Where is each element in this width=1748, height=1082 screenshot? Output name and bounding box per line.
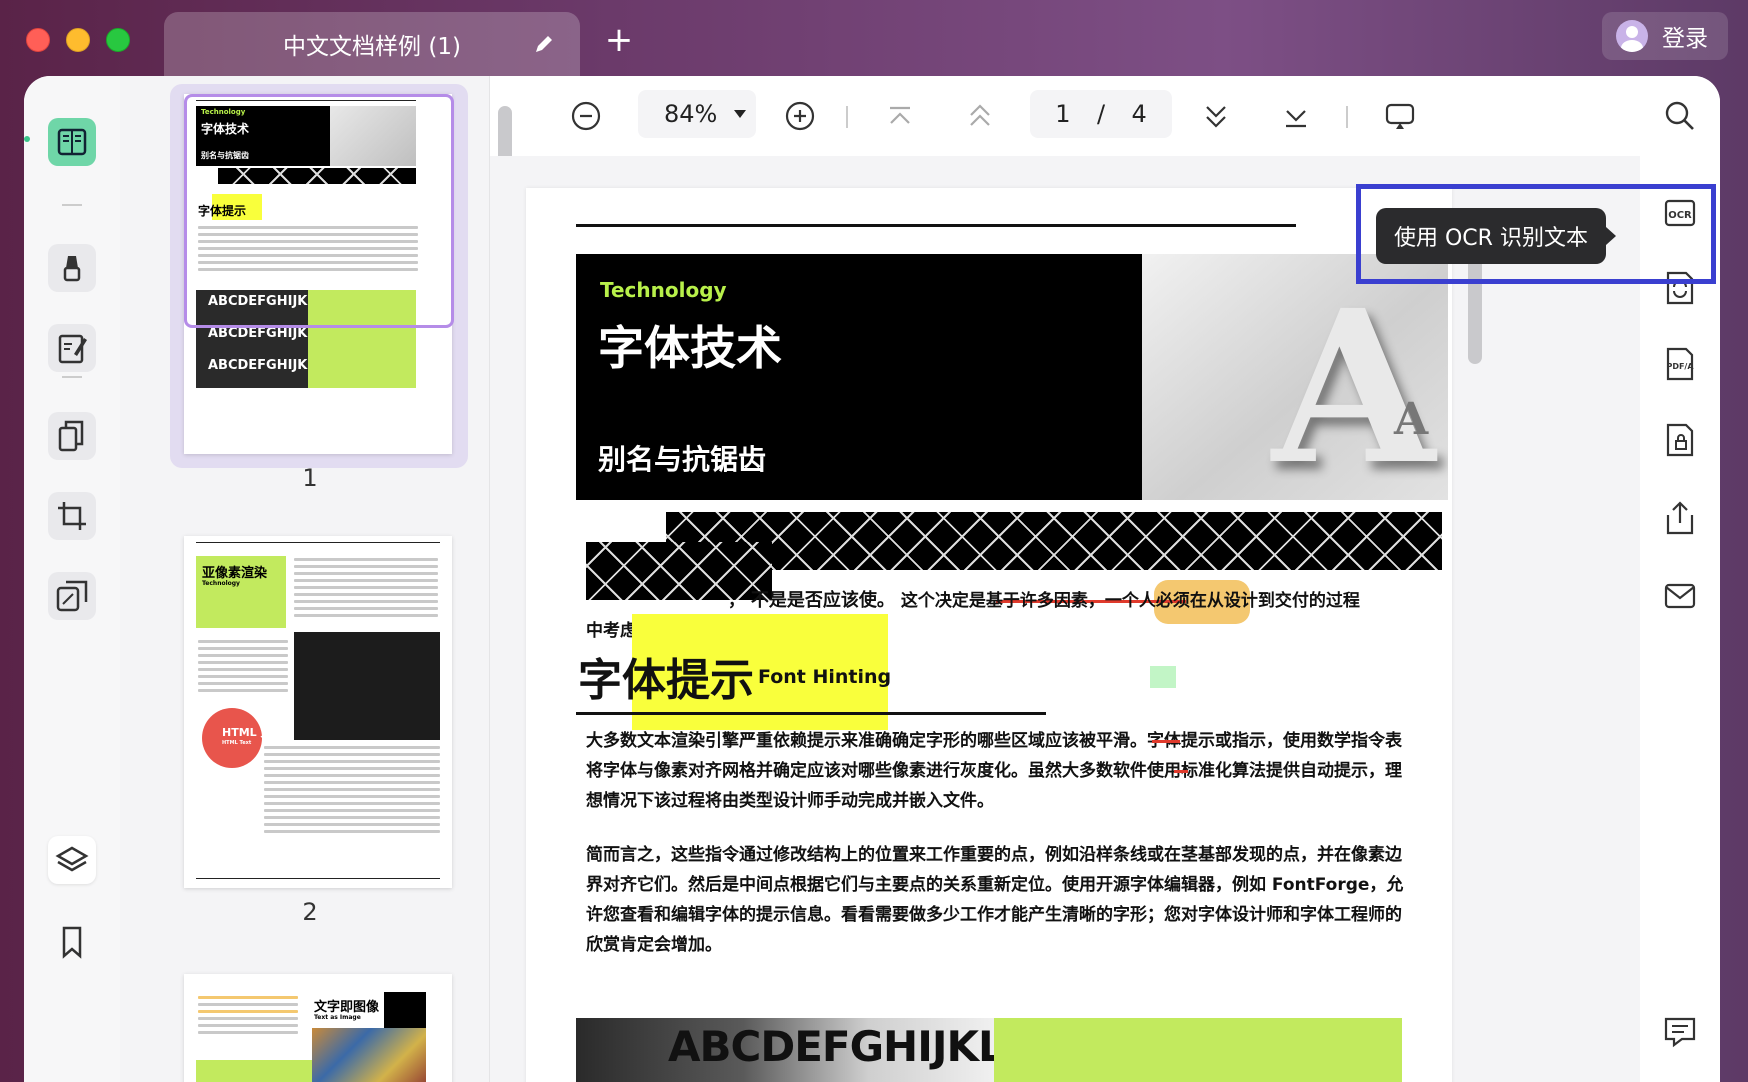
- paragraph-2: 简而言之，这些指令通过修改结构上的位置来工作重要的点，例如沿样条线或在茎基部发现…: [586, 845, 1404, 955]
- caret-down-icon: [734, 110, 746, 118]
- thumb-text: HTML 文本: [222, 726, 283, 739]
- section-title: 字体提示: [578, 655, 754, 706]
- hero-letter: A: [1272, 264, 1435, 500]
- divider: [1346, 106, 1348, 128]
- previous-page-button[interactable]: [960, 96, 1000, 136]
- compress-icon[interactable]: [48, 572, 96, 620]
- svg-text:PDF/A: PDF/A: [1666, 362, 1694, 371]
- annotation-square[interactable]: [1150, 666, 1176, 688]
- divider: [62, 204, 82, 206]
- protect-icon[interactable]: [1660, 420, 1700, 460]
- thumb-text: HTML Text: [222, 740, 252, 746]
- pencil-icon[interactable]: [532, 32, 556, 56]
- text: ，: [728, 591, 745, 611]
- share-icon[interactable]: [1660, 498, 1700, 538]
- total-pages: 4: [1131, 100, 1147, 128]
- document-page: A A Technology 字体技术 别名与抗锯齿 ， 不是是否应该使。 这个…: [526, 188, 1452, 1082]
- active-indicator: [24, 136, 30, 142]
- login-button[interactable]: 登录: [1602, 12, 1728, 60]
- last-page-button[interactable]: [1276, 96, 1316, 136]
- page-separator: /: [1096, 100, 1106, 128]
- document-tab[interactable]: 中文文档样例 (1): [164, 12, 580, 76]
- search-icon[interactable]: [1660, 96, 1700, 136]
- divider: [62, 376, 82, 378]
- page-indicator[interactable]: 1 / 4: [1030, 90, 1172, 138]
- zoom-select[interactable]: 84%: [638, 90, 756, 138]
- footer-image-text: ABCDEFGHIJKLMNO: [668, 1022, 994, 1071]
- thumb-text: Technology: [202, 580, 240, 587]
- thumb-text: 亚像素渲染: [202, 566, 268, 581]
- avatar-icon: [1616, 20, 1648, 52]
- hero-title: 字体技术: [598, 321, 782, 375]
- zoom-window-button[interactable]: [106, 28, 130, 52]
- rule-line: [576, 712, 1046, 715]
- strikethrough-mark[interactable]: [1152, 740, 1180, 743]
- title-bar: 中文文档样例 (1) + 登录: [0, 0, 1748, 76]
- close-window-button[interactable]: [26, 28, 50, 52]
- view-toolbar: 84% 1 / 4: [490, 76, 1640, 156]
- login-label: 登录: [1662, 26, 1708, 52]
- layers-icon[interactable]: [48, 836, 96, 884]
- ocr-tooltip: 使用 OCR 识别文本: [1376, 208, 1616, 264]
- highlighter-icon[interactable]: [48, 244, 96, 292]
- next-page-button[interactable]: [1196, 96, 1236, 136]
- thumb-text: Text as Image: [314, 1014, 361, 1021]
- tech-label: Technology: [600, 278, 727, 302]
- pdf-a-icon[interactable]: PDF/A: [1660, 344, 1700, 384]
- email-icon[interactable]: [1660, 576, 1700, 616]
- hero-subtitle: 别名与抗锯齿: [598, 443, 767, 476]
- page-thumbnail-2[interactable]: 亚像素渲染 Technology HTML 文本 HTML Text: [184, 536, 452, 888]
- section-subtitle: Font Hinting: [758, 666, 892, 688]
- left-toolbar: [24, 76, 120, 1082]
- tab-title: 中文文档样例 (1): [283, 34, 461, 60]
- thumbnail-page-number: 1: [302, 464, 318, 492]
- presentation-icon[interactable]: [1380, 96, 1420, 136]
- edit-pdf-icon[interactable]: [48, 324, 96, 372]
- divider: [846, 106, 848, 128]
- thumbnail-page-number: 2: [302, 898, 318, 926]
- page-thumbnail-3[interactable]: 文字即图像 Text as Image: [184, 974, 452, 1082]
- paragraph-1: 大多数文本渲染引擎严重依赖提示来准确确定字形的哪些区域应该被平滑。字体提示或指示…: [586, 731, 1402, 811]
- minimize-window-button[interactable]: [66, 28, 90, 52]
- thumbnail-selection-border: [184, 94, 454, 328]
- crop-icon[interactable]: [48, 492, 96, 540]
- organize-pages-icon[interactable]: [48, 412, 96, 460]
- bookmark-icon[interactable]: [48, 918, 96, 966]
- current-page-input[interactable]: 1: [1055, 100, 1070, 128]
- zoom-in-button[interactable]: [780, 96, 820, 136]
- text: 不是是否应该使。: [750, 590, 895, 611]
- zoom-out-button[interactable]: [566, 96, 606, 136]
- comment-icon[interactable]: [1660, 1012, 1700, 1052]
- first-page-button[interactable]: [880, 96, 920, 136]
- hero-image: A A: [1142, 254, 1448, 500]
- rule-line: [576, 224, 1296, 227]
- strikethrough-mark[interactable]: [1174, 770, 1188, 773]
- text: 这个决定是基于许多因素，一个人必须在从设计到交付的过程: [900, 591, 1360, 611]
- hero-letter-small: A: [1394, 394, 1429, 445]
- zoom-value: 84%: [664, 100, 718, 128]
- footer-image: ABCDEFGHIJKLMNO: [576, 1018, 994, 1082]
- document-viewer[interactable]: A A Technology 字体技术 别名与抗锯齿 ， 不是是否应该使。 这个…: [490, 156, 1640, 1082]
- reader-mode-icon[interactable]: [48, 118, 96, 166]
- new-tab-button[interactable]: +: [604, 23, 634, 57]
- thumb-text: 文字即图像: [314, 1000, 380, 1015]
- footer-lime-block: [994, 1018, 1402, 1082]
- thumb-image: [312, 1028, 426, 1082]
- paragraph-line1: ， 不是是否应该使。 这个决定是基于许多因素，一个人必须在从设计到交付的过程: [728, 586, 1448, 616]
- pattern-block: [666, 512, 1442, 570]
